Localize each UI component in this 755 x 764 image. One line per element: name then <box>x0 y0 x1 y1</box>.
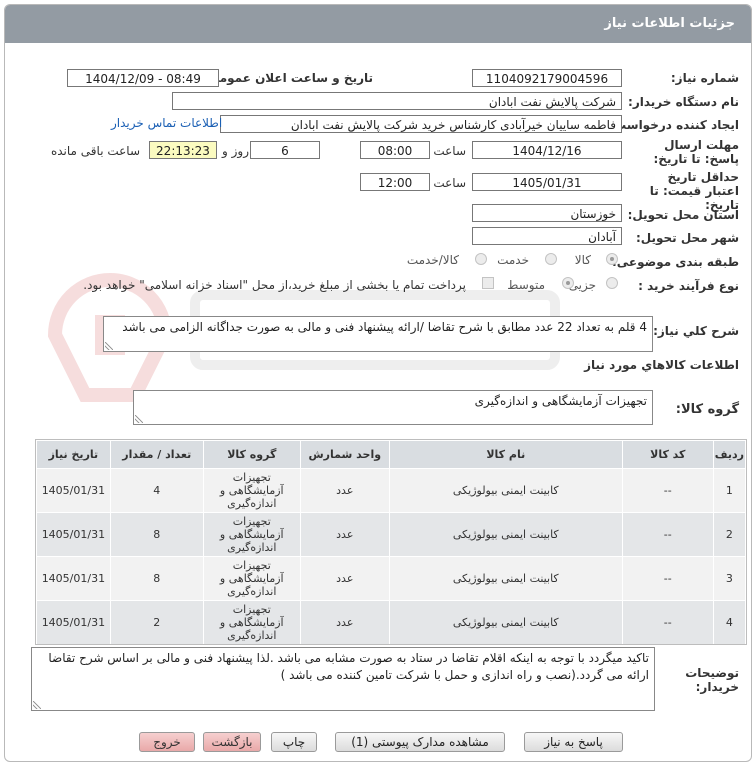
cell-row: 1 <box>712 468 746 513</box>
need-number-label: شماره نیاز: <box>670 71 739 85</box>
category-radio-both[interactable] <box>475 253 487 265</box>
province-label: استان محل تحویل: <box>627 208 739 222</box>
cell-code: -- <box>621 512 714 557</box>
exit-button[interactable]: خروج <box>139 732 195 752</box>
validity-date-field: 1405/01/31 <box>472 173 622 191</box>
description-textarea: 4 قلم به تعداد 22 عدد مطابق با شرح تقاضا… <box>103 316 653 352</box>
treasury-payment-note: پرداخت تمام یا بخشی از مبلغ خرید،از محل … <box>83 278 466 292</box>
remaining-time-label: ساعت باقی مانده <box>50 144 140 158</box>
announce-field: 1404/12/09 - 08:49 <box>67 69 219 87</box>
category-option-goods: کالا <box>574 253 591 267</box>
category-option-service: خدمت <box>497 253 529 267</box>
validity-time-label: ساعت <box>433 176 466 190</box>
deadline-time-label: ساعت <box>433 144 466 158</box>
back-button[interactable]: بازگشت <box>203 732 261 752</box>
resize-grip-icon[interactable] <box>33 701 41 709</box>
validity-label: حداقل تاریخ اعتبار قیمت: تا تاریخ: <box>649 170 739 212</box>
days-and-label: روز و <box>222 144 249 158</box>
cell-date: 1405/01/31 <box>36 512 111 557</box>
cell-qty: 4 <box>109 468 204 513</box>
cell-code: -- <box>621 468 714 513</box>
cell-row: 2 <box>712 512 746 557</box>
cell-name: کابینت ایمنی بیولوژیکی <box>388 556 623 601</box>
resize-grip-icon[interactable] <box>105 342 113 350</box>
cell-row: 4 <box>712 600 746 644</box>
cell-name: کابینت ایمنی بیولوژیکی <box>388 600 623 644</box>
category-label: طبقه بندی موضوعی: <box>611 255 739 269</box>
col-name: نام کالا <box>388 440 623 469</box>
cell-group: تجهیزات آزمایشگاهی و اندازه‌گیری <box>202 468 301 513</box>
remaining-time-field: 22:13:23 <box>149 141 217 159</box>
goods-group-label: گروه کالا: <box>675 402 739 417</box>
cell-date: 1405/01/31 <box>36 556 111 601</box>
goods-group-textarea: تجهیزات آزمایشگاهی و اندازه‌گیری <box>133 390 653 425</box>
table-row[interactable]: 3 -- کابینت ایمنی بیولوژیکی عدد تجهیزات … <box>36 556 746 601</box>
col-date: تاریخ نیاز <box>36 440 111 469</box>
cell-date: 1405/01/31 <box>36 468 111 513</box>
table-row[interactable]: 4 -- کابینت ایمنی بیولوژیکی عدد تجهیزات … <box>36 600 746 644</box>
goods-group-text: تجهیزات آزمایشگاهی و اندازه‌گیری <box>474 394 647 408</box>
description-text: 4 قلم به تعداد 22 عدد مطابق با شرح تقاضا… <box>122 320 647 334</box>
col-unit: واحد شمارش <box>299 440 390 469</box>
buyer-org-label: نام دستگاه خریدار: <box>628 95 739 109</box>
goods-table: ردیف کد کالا نام کالا واحد شمارش گروه کا… <box>35 439 747 645</box>
col-row: ردیف <box>712 440 746 469</box>
page-titlebar: جزئیات اطلاعات نیاز <box>5 5 751 43</box>
deadline-label: مهلت ارسال پاسخ: تا تاریخ: <box>653 138 740 166</box>
col-code: کد کالا <box>621 440 714 469</box>
reply-button[interactable]: پاسخ به نیاز <box>524 732 623 752</box>
requester-field: فاطمه ساییان خیرآبادی کارشناس خرید شرکت … <box>220 115 622 133</box>
days-field: 6 <box>250 141 320 159</box>
process-option-medium: متوسط <box>507 278 545 292</box>
print-button[interactable]: چاپ <box>271 732 317 752</box>
col-group: گروه کالا <box>202 440 301 469</box>
requester-label: ایجاد کننده درخواست: <box>609 118 739 132</box>
view-attachments-button[interactable]: مشاهده مدارک پیوستی (1) <box>335 732 505 752</box>
cell-group: تجهیزات آزمایشگاهی و اندازه‌گیری <box>202 600 301 644</box>
cell-qty: 8 <box>109 512 204 557</box>
description-label: شرح کلي نیاز: <box>653 324 739 338</box>
page-frame: جزئیات اطلاعات نیاز شماره نیاز: 11040921… <box>4 4 752 762</box>
cell-group: تجهیزات آزمایشگاهی و اندازه‌گیری <box>202 556 301 601</box>
table-row[interactable]: 2 -- کابینت ایمنی بیولوژیکی عدد تجهیزات … <box>36 512 746 557</box>
cell-unit: عدد <box>299 512 390 557</box>
cell-name: کابینت ایمنی بیولوژیکی <box>388 512 623 557</box>
process-label: نوع فرآیند خرید : <box>638 279 739 293</box>
buyer-notes-label: توضیحات خریدار: <box>685 666 739 694</box>
category-radio-goods[interactable] <box>606 253 618 265</box>
cell-row: 3 <box>712 556 746 601</box>
table-row[interactable]: 1 -- کابینت ایمنی بیولوژیکی عدد تجهیزات … <box>36 468 746 513</box>
process-radio-medium[interactable] <box>562 277 574 289</box>
deadline-date-field: 1404/12/16 <box>472 141 622 159</box>
cell-code: -- <box>621 600 714 644</box>
cell-unit: عدد <box>299 556 390 601</box>
cell-date: 1405/01/31 <box>36 600 111 644</box>
announce-label: تاریخ و ساعت اعلان عمومی: <box>202 71 373 85</box>
process-radio-minor[interactable] <box>606 277 618 289</box>
resize-grip-icon[interactable] <box>135 415 143 423</box>
buyer-org-field: شرکت پالایش نفت ابادان <box>172 92 622 110</box>
cell-name: کابینت ایمنی بیولوژیکی <box>388 468 623 513</box>
need-number-field: 1104092179004596 <box>472 69 622 87</box>
validity-time-field: 12:00 <box>360 173 430 191</box>
cell-unit: عدد <box>299 600 390 644</box>
buyer-notes-text: تاکید میگردد با توجه به اینکه اقلام تقاض… <box>48 651 649 682</box>
cell-group: تجهیزات آزمایشگاهی و اندازه‌گیری <box>202 512 301 557</box>
cell-qty: 2 <box>109 600 204 644</box>
col-qty: تعداد / مقدار <box>109 440 204 469</box>
cell-code: -- <box>621 556 714 601</box>
buyer-contact-link[interactable]: اطلاعات تماس خریدار <box>111 116 222 130</box>
category-radio-service[interactable] <box>545 253 557 265</box>
table-header-row: ردیف کد کالا نام کالا واحد شمارش گروه کا… <box>36 440 746 469</box>
cell-unit: عدد <box>299 468 390 513</box>
category-option-both: کالا/خدمت <box>406 253 459 267</box>
deadline-time-field: 08:00 <box>360 141 430 159</box>
city-field: آبادان <box>472 227 622 245</box>
buyer-notes-textarea: تاکید میگردد با توجه به اینکه اقلام تقاض… <box>31 647 655 711</box>
treasury-payment-checkbox[interactable] <box>482 277 494 289</box>
cell-qty: 8 <box>109 556 204 601</box>
city-label: شهر محل تحویل: <box>635 231 739 245</box>
province-field: خوزستان <box>472 204 622 222</box>
goods-info-title: اطلاعات کالاهاي مورد نیاز <box>584 358 739 372</box>
